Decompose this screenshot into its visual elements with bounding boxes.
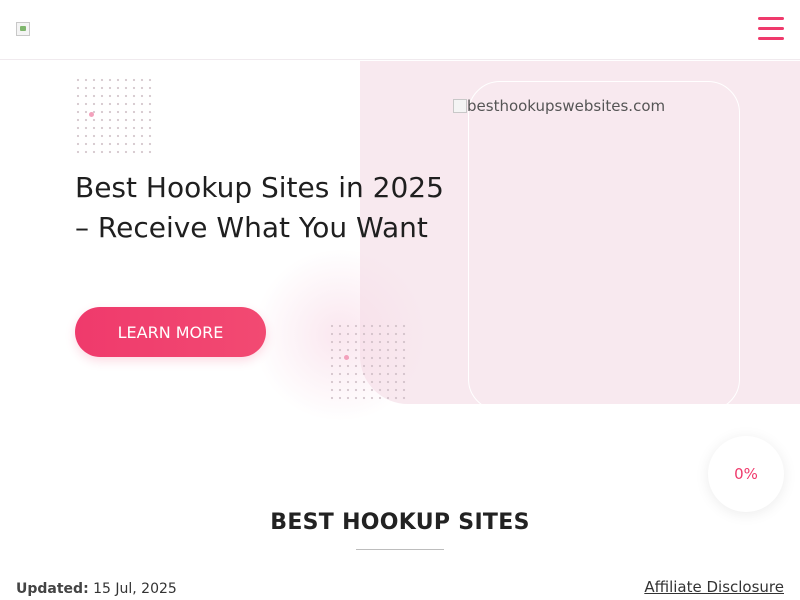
hero-title: Best Hookup Sites in 2025 – Receive What… (75, 171, 444, 244)
updated-label: Updated: (16, 581, 89, 597)
decorative-pink-dot (89, 112, 94, 117)
hamburger-icon (758, 17, 784, 20)
site-header (0, 0, 800, 60)
section-title-divider (356, 549, 444, 550)
hamburger-icon (758, 27, 784, 30)
hamburger-icon (758, 37, 784, 40)
site-logo[interactable] (16, 22, 32, 38)
updated-info: Updated: 15 Jul, 2025 (16, 581, 177, 597)
broken-image-icon (453, 99, 467, 113)
hero-image-frame (468, 81, 740, 411)
decorative-pink-dot (344, 355, 349, 360)
broken-image-icon (16, 22, 30, 36)
decorative-dot-grid (328, 322, 408, 404)
reading-progress-indicator[interactable]: 0% (708, 436, 784, 512)
affiliate-disclosure-link[interactable]: Affiliate Disclosure (644, 578, 784, 596)
menu-button[interactable] (758, 17, 784, 43)
decorative-dot-grid (74, 76, 156, 158)
section-title: BEST HOOKUP SITES (270, 510, 530, 535)
learn-more-button[interactable]: LEARN MORE (75, 307, 266, 357)
hero-image-alt-text: besthookupswebsites.com (467, 97, 666, 115)
updated-date: 15 Jul, 2025 (93, 581, 177, 597)
hero-image: besthookupswebsites.com (453, 97, 665, 115)
